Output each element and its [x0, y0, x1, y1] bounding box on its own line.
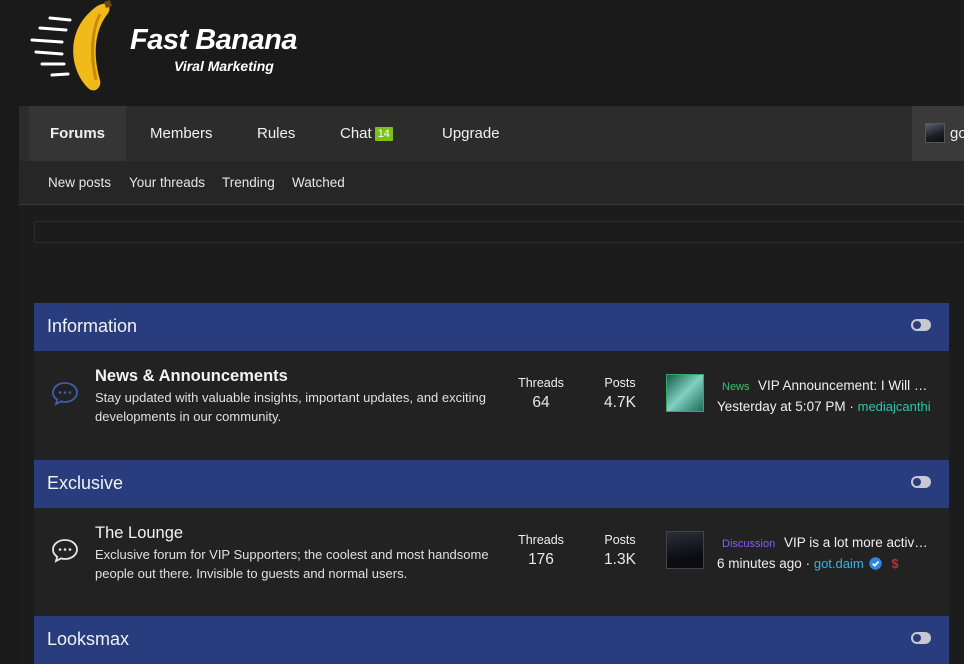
last-post-user[interactable]: got.daim — [814, 556, 864, 571]
tab-forums[interactable]: Forums — [29, 106, 127, 161]
category-title: Information — [47, 316, 138, 336]
posts-label: Posts — [604, 376, 636, 390]
site-logo[interactable]: Fast Banana Viral Marketing — [30, 0, 300, 98]
last-thread-title[interactable]: VIP Announcement: I Will … — [758, 378, 934, 393]
banana-logo-icon — [30, 0, 112, 91]
tab-upgrade[interactable]: Upgrade — [421, 106, 521, 161]
last-thread-title[interactable]: VIP is a lot more activ… — [784, 535, 934, 550]
last-post-meta: Yesterday at 5:07 PM · mediajcanthi — [717, 399, 931, 414]
tab-label: Members — [150, 125, 213, 142]
forum-description: Stay updated with valuable insights, imp… — [95, 390, 486, 424]
threads-count: 176 — [528, 551, 554, 568]
tab-label: Upgrade — [442, 125, 500, 142]
thread-prefix-discussion[interactable]: Discussion — [722, 538, 775, 550]
last-post-meta: 6 minutes ago · got.daim $ — [717, 556, 901, 571]
subnav-your-threads[interactable]: Your threads — [129, 161, 205, 204]
category-title: Looksmax — [47, 629, 130, 649]
logo-subtitle: Viral Marketing — [174, 58, 274, 74]
user-name: go — [950, 125, 964, 142]
chat-count-badge: 14 — [374, 127, 393, 141]
main-nav: Forums Members Rules Chat 14 Upgrade go — [19, 106, 964, 161]
threads-count: 64 — [532, 394, 550, 411]
forum-description: Exclusive forum for VIP Supporters; the … — [95, 547, 489, 581]
last-post-user[interactable]: mediajcanthi — [858, 399, 931, 414]
tab-label: Forums — [50, 125, 106, 142]
left-gutter — [0, 106, 19, 664]
posts-count: 4.7K — [604, 394, 636, 411]
collapse-toggle-icon[interactable] — [911, 632, 931, 644]
last-post-time[interactable]: Yesterday at 5:07 PM — [717, 399, 846, 414]
separator: · — [805, 556, 811, 571]
posts-count: 1.3K — [604, 551, 636, 568]
chat-bubble-icon — [52, 382, 78, 406]
svg-text:$: $ — [892, 556, 900, 570]
tab-label: Rules — [257, 125, 296, 142]
forum-row-news: News & Announcements Stay updated with v… — [34, 351, 949, 460]
avatar[interactable] — [666, 531, 704, 569]
forum-row-lounge: The Lounge Exclusive forum for VIP Suppo… — [34, 508, 949, 616]
subnav-watched[interactable]: Watched — [292, 161, 345, 204]
dollar-icon: $ — [892, 556, 900, 571]
separator: · — [849, 399, 854, 414]
posts-label: Posts — [604, 533, 636, 547]
forum-title[interactable]: News & Announcements — [95, 367, 288, 386]
chat-bubble-icon — [52, 539, 78, 563]
site-header: Fast Banana Viral Marketing — [0, 0, 964, 106]
sub-nav: New posts Your threads Trending Watched — [19, 161, 964, 205]
threads-label: Threads — [518, 376, 564, 390]
tab-chat[interactable]: Chat 14 — [319, 106, 414, 161]
avatar[interactable] — [666, 374, 704, 412]
forum-list: Information News & Announcements Stay up… — [19, 205, 964, 664]
collapse-toggle-icon[interactable] — [911, 476, 931, 488]
threads-label: Threads — [518, 533, 564, 547]
category-header-looksmax[interactable]: Looksmax — [34, 616, 949, 664]
notice-bar — [34, 221, 964, 243]
forum-title[interactable]: The Lounge — [95, 524, 183, 543]
subnav-new-posts[interactable]: New posts — [48, 161, 111, 204]
collapse-toggle-icon[interactable] — [911, 319, 931, 331]
verified-badge-icon — [869, 557, 883, 570]
tab-rules[interactable]: Rules — [236, 106, 316, 161]
account-menu[interactable]: go — [912, 106, 964, 161]
category-header-exclusive[interactable]: Exclusive — [34, 460, 949, 508]
avatar — [925, 123, 945, 143]
category-header-information[interactable]: Information — [34, 303, 949, 351]
last-post-time[interactable]: 6 minutes ago — [717, 556, 802, 571]
category-title: Exclusive — [47, 473, 124, 493]
tab-members[interactable]: Members — [129, 106, 234, 161]
subnav-trending[interactable]: Trending — [222, 161, 275, 204]
logo-title: Fast Banana — [130, 24, 297, 56]
thread-prefix-news[interactable]: News — [722, 381, 750, 393]
tab-label: Chat — [340, 125, 372, 142]
